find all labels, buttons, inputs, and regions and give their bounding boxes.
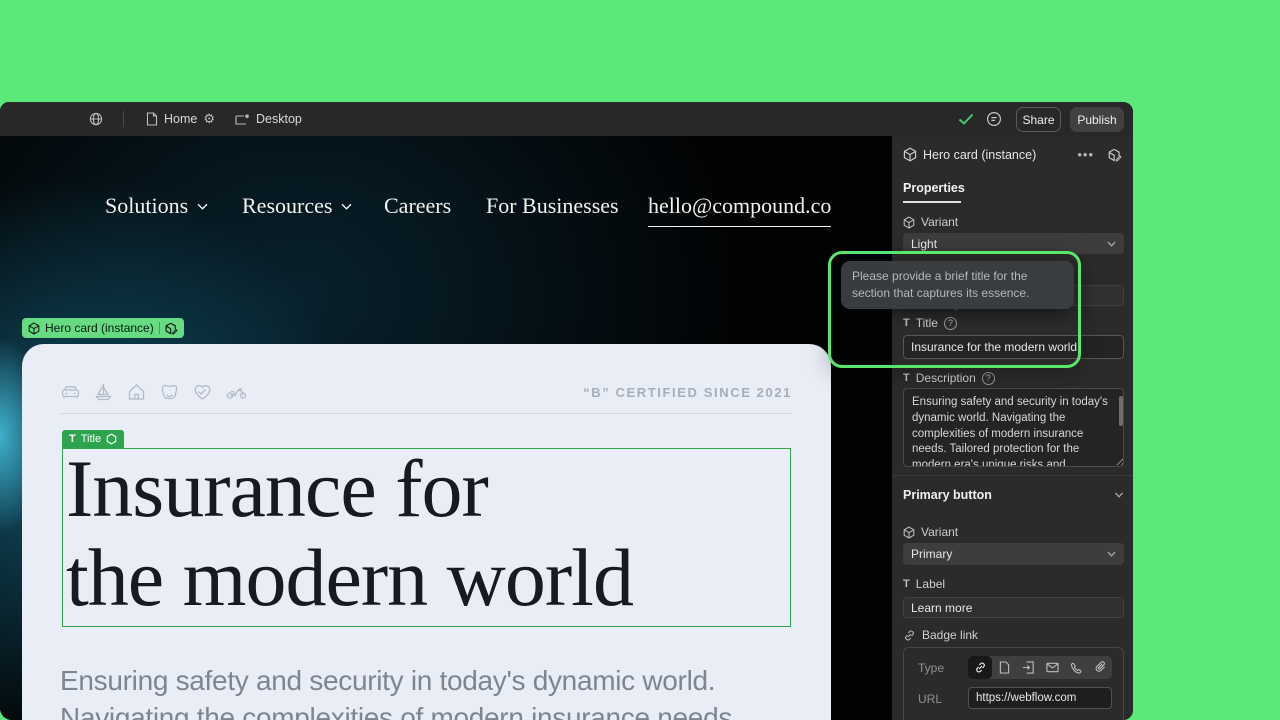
sailboat-icon bbox=[93, 382, 114, 402]
url-label: URL bbox=[918, 692, 942, 706]
panel-divider bbox=[892, 475, 1133, 476]
chevron-down-icon bbox=[1107, 241, 1116, 247]
text-icon: T bbox=[903, 372, 910, 384]
nav-link-careers[interactable]: Careers bbox=[384, 193, 451, 219]
cube-icon bbox=[903, 216, 915, 229]
hero-description[interactable]: Ensuring safety and security in today's … bbox=[60, 662, 790, 720]
motorcycle-icon bbox=[225, 382, 248, 402]
variant-select[interactable]: Light bbox=[903, 233, 1124, 254]
page-name: Home bbox=[164, 112, 197, 126]
desktop-breakpoint-icon bbox=[235, 113, 250, 126]
link-type-page-icon[interactable] bbox=[992, 656, 1016, 679]
description-help-icon[interactable]: ? bbox=[982, 372, 995, 385]
component-cube-icon bbox=[28, 322, 40, 335]
design-canvas[interactable]: Solutions Resources Careers For Business… bbox=[0, 136, 892, 720]
comments-icon[interactable] bbox=[986, 102, 1002, 136]
page-settings-gear-icon[interactable]: ⚙ bbox=[203, 111, 215, 127]
chevron-down-icon bbox=[341, 203, 352, 210]
text-icon: T bbox=[903, 578, 910, 590]
button-variant-label: Variant bbox=[903, 525, 958, 539]
type-label: Type bbox=[918, 661, 944, 675]
tab-active-indicator bbox=[903, 201, 961, 203]
text-icon: T bbox=[903, 317, 910, 329]
panel-header: Hero card (instance) ••• bbox=[903, 147, 1122, 162]
share-button[interactable]: Share bbox=[1016, 107, 1061, 132]
breakpoint-name: Desktop bbox=[256, 112, 302, 126]
link-icon bbox=[903, 629, 916, 642]
globe-icon[interactable] bbox=[89, 102, 103, 136]
button-label-label: T Label bbox=[903, 577, 945, 591]
link-type-section-icon[interactable] bbox=[1016, 656, 1040, 679]
badge-link-group: Type URL bbox=[903, 647, 1124, 720]
dog-icon bbox=[159, 382, 180, 402]
top-toolbar: Home ⚙ Desktop Share Publish bbox=[0, 102, 1133, 136]
toolbar-divider bbox=[123, 111, 124, 127]
chevron-down-icon bbox=[197, 203, 208, 210]
hero-card-instance-badge[interactable]: Hero card (instance) bbox=[22, 318, 184, 338]
link-type-attachment-icon[interactable] bbox=[1088, 656, 1112, 679]
button-variant-select[interactable]: Primary bbox=[903, 543, 1124, 565]
heart-icon bbox=[192, 382, 213, 402]
variant-property-label: Variant bbox=[903, 215, 958, 229]
description-textarea[interactable]: Ensuring safety and security in today's … bbox=[903, 388, 1124, 467]
panel-title: Hero card (instance) bbox=[923, 148, 1071, 162]
badge-link-label: Badge link bbox=[903, 628, 978, 642]
nav-link-solutions[interactable]: Solutions bbox=[105, 193, 208, 219]
breakpoint-picker[interactable]: Desktop bbox=[235, 102, 302, 136]
component-cube-icon bbox=[903, 147, 917, 162]
link-type-url-icon[interactable] bbox=[968, 656, 992, 679]
link-type-phone-icon[interactable] bbox=[1064, 656, 1088, 679]
chevron-down-icon bbox=[1114, 492, 1124, 498]
designer-window: Home ⚙ Desktop Share Publish Solutions R… bbox=[0, 102, 1133, 720]
chevron-down-icon bbox=[1107, 551, 1116, 557]
car-icon bbox=[60, 382, 81, 402]
hero-title[interactable]: Insurance for the modern world bbox=[66, 444, 806, 622]
page-picker[interactable]: Home ⚙ bbox=[146, 102, 215, 136]
title-property-label: T Title ? bbox=[903, 316, 957, 330]
publish-button[interactable]: Publish bbox=[1070, 107, 1124, 132]
nav-link-email[interactable]: hello@compound.co bbox=[648, 193, 831, 227]
tooltip-arrow bbox=[948, 301, 964, 311]
nav-link-for-businesses[interactable]: For Businesses bbox=[486, 193, 619, 219]
link-type-segmented-control bbox=[968, 656, 1112, 679]
button-label-input[interactable] bbox=[903, 597, 1124, 618]
title-input[interactable] bbox=[903, 335, 1124, 359]
hero-card[interactable]: “B” CERTIFIED SINCE 2021 T Title Insuran… bbox=[22, 344, 831, 720]
title-help-icon[interactable]: ? bbox=[944, 317, 957, 330]
description-property-label: T Description ? bbox=[903, 371, 995, 385]
page-icon bbox=[146, 112, 158, 126]
saved-check-icon bbox=[958, 102, 974, 136]
edit-component-icon[interactable] bbox=[165, 322, 178, 335]
link-type-email-icon[interactable] bbox=[1040, 656, 1064, 679]
more-options-icon[interactable]: ••• bbox=[1077, 147, 1094, 162]
badge-url-input[interactable] bbox=[968, 687, 1112, 709]
tab-properties[interactable]: Properties bbox=[903, 181, 965, 195]
primary-button-section-header[interactable]: Primary button bbox=[903, 488, 1124, 502]
house-icon bbox=[126, 382, 147, 402]
certified-badge: “B” CERTIFIED SINCE 2021 bbox=[583, 385, 792, 400]
cube-icon bbox=[903, 526, 915, 539]
card-divider bbox=[60, 413, 792, 414]
properties-panel: Hero card (instance) ••• Properties Vari… bbox=[892, 136, 1133, 720]
textarea-scrollbar[interactable] bbox=[1119, 396, 1123, 426]
category-icons-row bbox=[60, 382, 248, 402]
nav-link-resources[interactable]: Resources bbox=[242, 193, 352, 219]
edit-component-icon[interactable] bbox=[1108, 148, 1122, 162]
